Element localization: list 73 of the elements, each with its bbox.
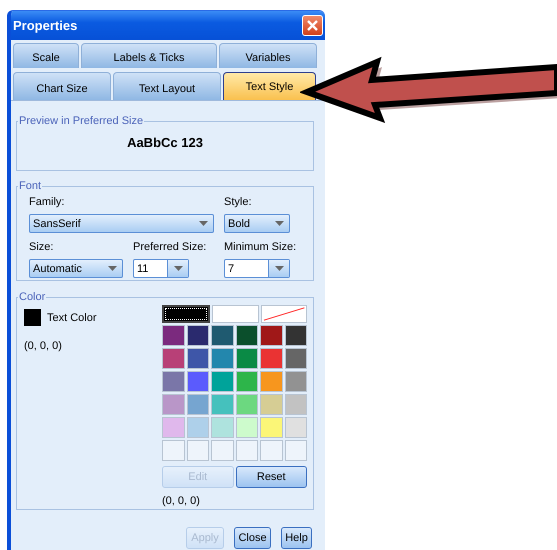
- color-swatch[interactable]: [284, 325, 307, 346]
- color-swatch[interactable]: [162, 305, 210, 323]
- color-swatch[interactable]: [186, 348, 209, 369]
- tab[interactable]: Variables: [219, 43, 317, 68]
- color-swatch[interactable]: [284, 371, 307, 392]
- color-swatch[interactable]: [162, 394, 184, 415]
- empty-swatch[interactable]: [211, 440, 234, 461]
- dropdown-field[interactable]: SansSerif: [29, 214, 214, 233]
- group-title: Preview in Preferred Size: [18, 115, 144, 127]
- combo-field[interactable]: 11: [133, 259, 189, 278]
- color-swatch[interactable]: [211, 394, 234, 415]
- color-swatch[interactable]: [212, 305, 259, 323]
- color-swatch[interactable]: [236, 348, 258, 369]
- field-label: Family:: [29, 196, 66, 209]
- close-button[interactable]: Close: [234, 527, 271, 549]
- caret-icon: [108, 266, 116, 271]
- text-color-label: Text Color: [47, 312, 97, 324]
- tab[interactable]: Chart Size: [13, 72, 111, 100]
- color-swatch[interactable]: [162, 417, 184, 438]
- field-label: Size:: [29, 241, 54, 254]
- window-title: Properties: [13, 18, 78, 33]
- close-button[interactable]: [302, 15, 323, 36]
- color-swatch[interactable]: [211, 371, 234, 392]
- caret-icon: [198, 221, 208, 226]
- caret-icon: [274, 221, 284, 226]
- color-swatch[interactable]: [211, 348, 234, 369]
- color-swatch[interactable]: [186, 371, 209, 392]
- color-swatch[interactable]: [260, 348, 282, 369]
- caret-icon: [174, 266, 182, 271]
- field-label: Style:: [224, 196, 253, 209]
- color-swatch[interactable]: [162, 348, 184, 369]
- empty-swatch[interactable]: [186, 440, 209, 461]
- dropdown-field[interactable]: Bold: [224, 214, 290, 233]
- group-title: Font: [18, 180, 42, 192]
- color-swatch[interactable]: [211, 325, 234, 346]
- combo-field[interactable]: 7: [224, 259, 290, 278]
- color-swatch[interactable]: [284, 348, 307, 369]
- color-swatch[interactable]: [186, 325, 209, 346]
- color-swatch[interactable]: [236, 417, 258, 438]
- color-swatch[interactable]: [236, 371, 258, 392]
- help-button[interactable]: Help: [281, 527, 312, 549]
- color-swatch[interactable]: [162, 325, 184, 346]
- dropdown-field[interactable]: Automatic: [29, 259, 123, 278]
- field-label: Preferred Size:: [133, 241, 208, 254]
- reset-button[interactable]: Reset: [236, 466, 307, 488]
- empty-swatch[interactable]: [162, 440, 184, 461]
- close-icon: [307, 20, 318, 31]
- color-swatch[interactable]: [211, 417, 234, 438]
- rgb-value: (0, 0, 0): [24, 340, 63, 352]
- color-swatch[interactable]: [162, 371, 184, 392]
- color-swatch[interactable]: [236, 394, 258, 415]
- color-swatch[interactable]: [260, 394, 282, 415]
- color-swatch[interactable]: [260, 417, 282, 438]
- no-color-swatch[interactable]: [260, 305, 307, 323]
- color-swatch[interactable]: [260, 371, 282, 392]
- tab[interactable]: Scale: [13, 43, 79, 68]
- tab[interactable]: Labels & Ticks: [81, 43, 217, 68]
- color-swatch[interactable]: [284, 417, 307, 438]
- rgb-value: (0, 0, 0): [162, 495, 201, 507]
- empty-swatch[interactable]: [260, 440, 282, 461]
- field-label: Minimum Size:: [224, 241, 298, 254]
- caret-icon: [274, 266, 284, 271]
- tab[interactable]: Text Layout: [113, 72, 221, 100]
- color-swatch[interactable]: [284, 394, 307, 415]
- group-title: Color: [18, 291, 46, 303]
- empty-swatch[interactable]: [236, 440, 258, 461]
- empty-swatch[interactable]: [284, 440, 307, 461]
- tab[interactable]: Text Style: [223, 72, 316, 100]
- preview-text: AaBbCc 123: [126, 135, 204, 150]
- color-swatch[interactable]: [260, 325, 282, 346]
- color-swatch[interactable]: [186, 417, 209, 438]
- color-swatch[interactable]: [236, 325, 258, 346]
- color-swatch[interactable]: [186, 394, 209, 415]
